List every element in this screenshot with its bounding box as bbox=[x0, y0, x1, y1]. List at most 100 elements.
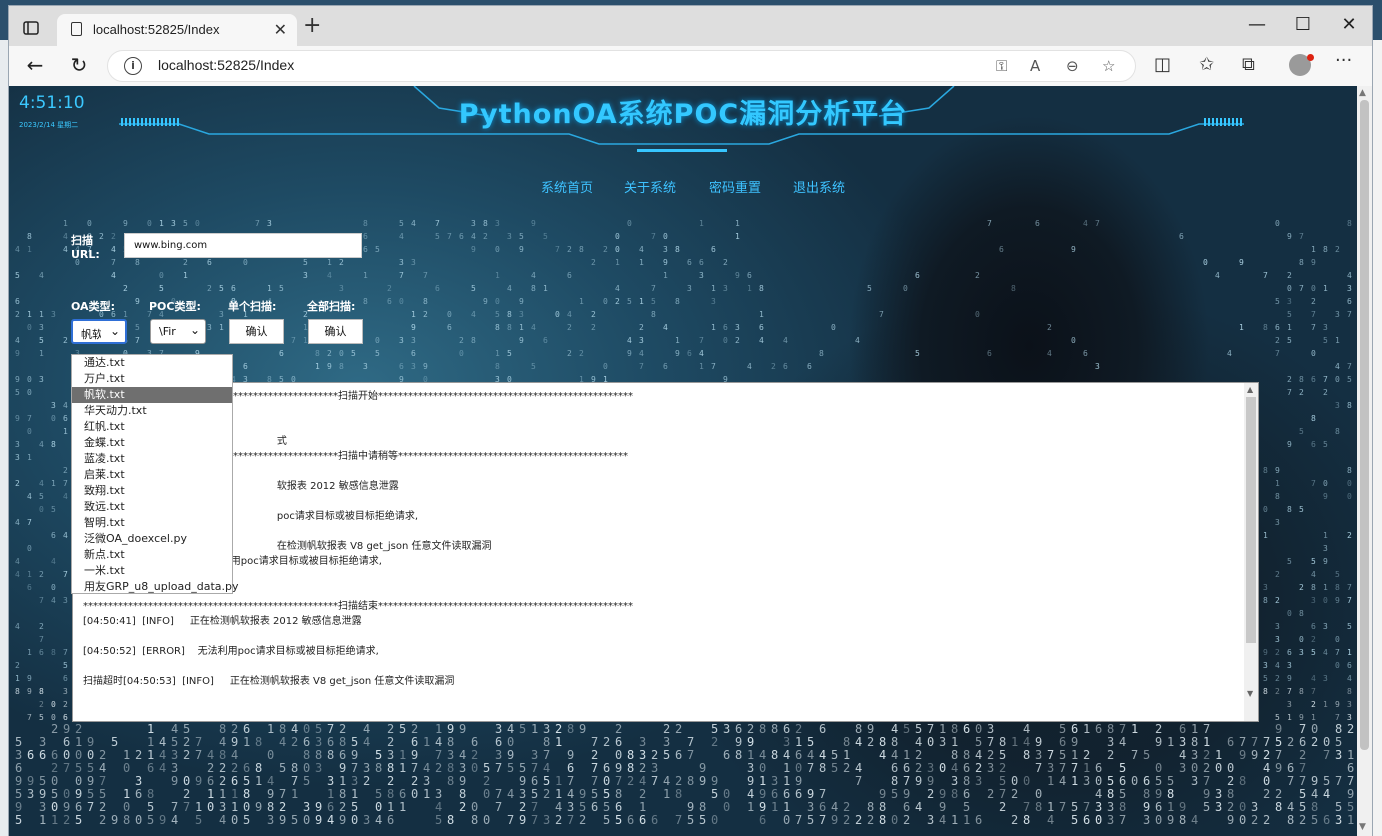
scroll-up-arrow-icon[interactable]: ▲ bbox=[1247, 385, 1253, 394]
svg-text:5: 5 bbox=[915, 349, 920, 358]
site-info-icon[interactable]: i bbox=[124, 57, 142, 75]
svg-text:9: 9 bbox=[27, 674, 32, 683]
scroll-down-arrow-icon[interactable]: ▼ bbox=[1247, 689, 1253, 698]
svg-text:8: 8 bbox=[891, 774, 898, 788]
oa-option[interactable]: 通达.txt bbox=[72, 355, 232, 371]
minimize-button[interactable]: — bbox=[1242, 14, 1272, 35]
svg-text:4: 4 bbox=[1287, 800, 1294, 814]
scroll-up-arrow-icon[interactable]: ▲ bbox=[1359, 88, 1366, 98]
svg-text:1: 1 bbox=[27, 310, 32, 319]
output-scroll-thumb[interactable] bbox=[1246, 397, 1256, 643]
svg-text:3: 3 bbox=[39, 375, 44, 384]
svg-text:0: 0 bbox=[159, 271, 164, 280]
svg-text:7: 7 bbox=[1299, 284, 1304, 293]
nav-reset-password-link[interactable]: 密码重置 bbox=[709, 177, 761, 196]
svg-text:8: 8 bbox=[219, 722, 226, 736]
favorite-add-icon[interactable]: ☆ bbox=[1102, 57, 1115, 75]
poc-type-select[interactable]: \Fir ⌄ bbox=[150, 319, 206, 344]
svg-text:2: 2 bbox=[339, 258, 344, 267]
refresh-icon[interactable]: ↻ bbox=[67, 54, 91, 76]
address-toolbar: ← ↻ i localhost:52825/Index ⚿ A ⊖ ☆ ◫ ✩ … bbox=[9, 46, 1372, 86]
scan-output-textarea[interactable]: ****************************************… bbox=[72, 382, 1259, 722]
tab-close-icon[interactable]: ✕ bbox=[274, 20, 287, 39]
svg-text:3: 3 bbox=[1347, 700, 1352, 709]
oa-type-select[interactable]: 帆软 ⌄ bbox=[71, 319, 127, 344]
more-menu-icon[interactable]: ··· bbox=[1335, 50, 1352, 71]
all-scan-confirm-button[interactable]: 确认 bbox=[308, 319, 363, 344]
oa-option[interactable]: 帆软.txt bbox=[72, 387, 232, 403]
svg-text:1: 1 bbox=[903, 748, 910, 762]
svg-text:0: 0 bbox=[1287, 284, 1292, 293]
nav-home-link[interactable]: 系统首页 bbox=[541, 177, 593, 196]
svg-text:7: 7 bbox=[591, 735, 598, 749]
svg-text:7: 7 bbox=[99, 774, 106, 788]
single-scan-confirm-button[interactable]: 确认 bbox=[229, 319, 284, 344]
collections-icon[interactable]: ⧉ bbox=[1242, 54, 1255, 75]
oa-option[interactable]: 致远.txt bbox=[72, 499, 232, 515]
svg-text:4: 4 bbox=[759, 336, 764, 345]
page-scrollbar[interactable]: ▲ ▼ bbox=[1357, 86, 1372, 836]
zoom-icon[interactable]: ⊖ bbox=[1066, 57, 1079, 75]
svg-text:2: 2 bbox=[207, 284, 212, 293]
oa-option[interactable]: 蓝凌.txt bbox=[72, 451, 232, 467]
output-scrollbar[interactable]: ▲ ▼ bbox=[1244, 383, 1258, 721]
svg-text:7: 7 bbox=[675, 813, 682, 827]
svg-text:7: 7 bbox=[855, 774, 862, 788]
address-bar[interactable]: i localhost:52825/Index ⚿ A ⊖ ☆ bbox=[107, 50, 1136, 82]
browser-tab[interactable]: localhost:52825/Index ✕ bbox=[57, 14, 297, 46]
svg-text:0: 0 bbox=[339, 349, 344, 358]
svg-text:2: 2 bbox=[111, 232, 116, 241]
favorites-icon[interactable]: ✩ bbox=[1199, 54, 1214, 75]
svg-text:9: 9 bbox=[531, 219, 536, 228]
back-arrow-icon[interactable]: ← bbox=[23, 54, 47, 76]
nav-logout-link[interactable]: 退出系统 bbox=[793, 177, 845, 196]
svg-text:7: 7 bbox=[1323, 748, 1330, 762]
scan-url-input[interactable]: www.bing.com bbox=[124, 233, 362, 258]
svg-text:6: 6 bbox=[387, 813, 394, 827]
nav-about-link[interactable]: 关于系统 bbox=[624, 177, 676, 196]
oa-option[interactable]: 红帆.txt bbox=[72, 419, 232, 435]
scroll-down-arrow-icon[interactable]: ▼ bbox=[1359, 822, 1366, 832]
svg-text:5: 5 bbox=[75, 761, 82, 775]
maximize-button[interactable]: ☐ bbox=[1288, 14, 1318, 35]
svg-text:1: 1 bbox=[495, 271, 500, 280]
svg-text:7: 7 bbox=[507, 813, 514, 827]
svg-text:4: 4 bbox=[639, 349, 644, 358]
oa-option[interactable]: 华天动力.txt bbox=[72, 403, 232, 419]
svg-text:8: 8 bbox=[447, 774, 454, 788]
svg-text:7: 7 bbox=[1071, 761, 1078, 775]
oa-option[interactable]: 泛微OA_doexcel.py bbox=[72, 531, 232, 547]
svg-text:6: 6 bbox=[147, 761, 154, 775]
svg-text:1: 1 bbox=[147, 722, 154, 736]
svg-text:6: 6 bbox=[1155, 800, 1162, 814]
svg-text:0: 0 bbox=[303, 722, 310, 736]
svg-text:0: 0 bbox=[243, 800, 250, 814]
svg-text:4: 4 bbox=[1311, 570, 1316, 579]
oa-option[interactable]: 启莱.txt bbox=[72, 467, 232, 483]
page-scroll-thumb[interactable] bbox=[1360, 100, 1369, 750]
tab-actions-icon[interactable] bbox=[21, 18, 41, 38]
svg-text:5: 5 bbox=[111, 735, 118, 749]
url-text[interactable]: localhost:52825/Index bbox=[158, 57, 294, 73]
svg-text:2: 2 bbox=[903, 813, 910, 827]
split-screen-icon[interactable]: ◫ bbox=[1154, 54, 1171, 75]
key-icon[interactable]: ⚿ bbox=[996, 57, 1007, 75]
oa-option[interactable]: 致翔.txt bbox=[72, 483, 232, 499]
svg-text:6: 6 bbox=[231, 774, 238, 788]
oa-option[interactable]: 金蝶.txt bbox=[72, 435, 232, 451]
oa-option[interactable]: 万户.txt bbox=[72, 371, 232, 387]
svg-text:3: 3 bbox=[639, 735, 646, 749]
svg-text:2: 2 bbox=[867, 813, 874, 827]
new-tab-button[interactable]: + bbox=[303, 15, 321, 37]
svg-text:1: 1 bbox=[1275, 479, 1280, 488]
oa-option[interactable]: 新点.txt bbox=[72, 547, 232, 563]
svg-text:9: 9 bbox=[459, 722, 466, 736]
svg-text:8: 8 bbox=[1323, 245, 1328, 254]
oa-option[interactable]: 智明.txt bbox=[72, 515, 232, 531]
svg-text:6: 6 bbox=[543, 336, 548, 345]
read-aloud-icon[interactable]: A bbox=[1030, 57, 1040, 75]
close-window-button[interactable]: ✕ bbox=[1334, 14, 1364, 35]
oa-option[interactable]: 一米.txt bbox=[72, 563, 232, 579]
svg-text:7: 7 bbox=[1275, 349, 1280, 358]
oa-option[interactable]: 用友GRP_u8_upload_data.py bbox=[72, 579, 239, 595]
